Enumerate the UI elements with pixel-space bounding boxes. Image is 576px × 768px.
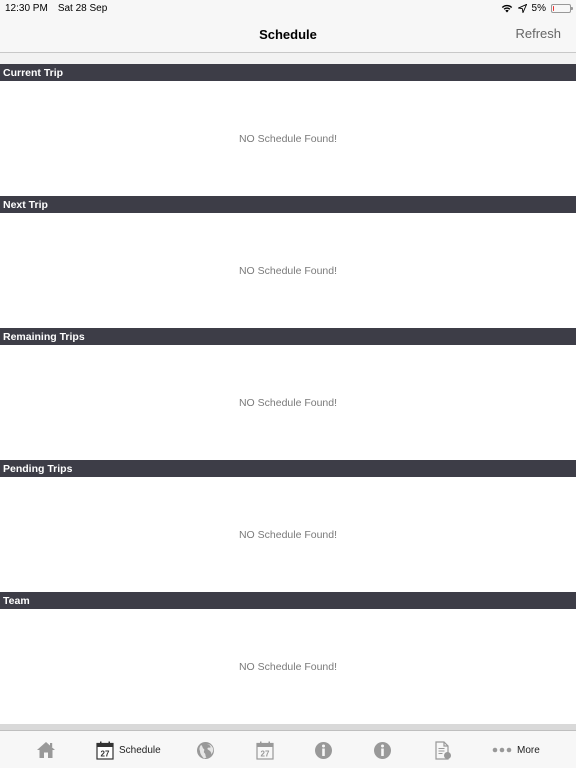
section-header: Team bbox=[0, 592, 576, 609]
section-current-trip: Current Trip NO Schedule Found! bbox=[0, 64, 576, 196]
page-title: Schedule bbox=[259, 26, 317, 42]
tab-home[interactable] bbox=[36, 740, 56, 760]
schedule-list[interactable]: Current Trip NO Schedule Found! Next Tri… bbox=[0, 64, 576, 724]
empty-message: NO Schedule Found! bbox=[0, 213, 576, 328]
tab-bar: 27 Schedule 27 More bbox=[0, 730, 576, 768]
tab-info[interactable] bbox=[314, 740, 333, 760]
empty-message: NO Schedule Found! bbox=[0, 477, 576, 592]
location-arrow-icon bbox=[517, 3, 527, 13]
tab-label: More bbox=[517, 744, 540, 756]
empty-message: NO Schedule Found! bbox=[0, 609, 576, 724]
section-header: Next Trip bbox=[0, 196, 576, 213]
wifi-icon bbox=[501, 4, 512, 12]
tab-calendar[interactable]: 27 bbox=[256, 740, 274, 760]
home-icon bbox=[37, 742, 55, 758]
info-icon bbox=[315, 741, 332, 759]
battery-icon bbox=[551, 3, 573, 13]
section-remaining-trips: Remaining Trips NO Schedule Found! bbox=[0, 328, 576, 460]
battery-percent: 5% bbox=[531, 2, 546, 14]
document-icon bbox=[435, 740, 451, 760]
more-dots-icon bbox=[492, 747, 512, 753]
section-header: Remaining Trips bbox=[0, 328, 576, 345]
section-next-trip: Next Trip NO Schedule Found! bbox=[0, 196, 576, 328]
section-pending-trips: Pending Trips NO Schedule Found! bbox=[0, 460, 576, 592]
battery-fill bbox=[553, 5, 554, 11]
empty-message: NO Schedule Found! bbox=[0, 81, 576, 196]
status-bar: 12:30 PM Sat 28 Sep 5% bbox=[0, 0, 576, 16]
tab-info-2[interactable] bbox=[373, 740, 392, 760]
tab-more[interactable]: More bbox=[492, 740, 540, 760]
section-header: Pending Trips bbox=[0, 460, 576, 477]
navigation-bar: Schedule Refresh bbox=[0, 16, 576, 53]
calendar-icon: 27 bbox=[256, 741, 274, 760]
info-icon bbox=[374, 741, 391, 759]
refresh-button[interactable]: Refresh bbox=[515, 26, 561, 41]
tab-document[interactable] bbox=[434, 740, 452, 760]
status-time: 12:30 PM bbox=[5, 2, 48, 14]
section-header: Current Trip bbox=[0, 64, 576, 81]
calendar-day: 27 bbox=[261, 749, 270, 758]
tab-label: Schedule bbox=[119, 744, 161, 756]
calendar-icon: 27 bbox=[96, 741, 114, 760]
calendar-day: 27 bbox=[101, 749, 110, 758]
status-date: Sat 28 Sep bbox=[57, 2, 108, 14]
tab-globe[interactable] bbox=[196, 740, 215, 760]
tab-schedule[interactable]: 27 Schedule bbox=[96, 740, 161, 760]
globe-icon bbox=[197, 741, 214, 759]
section-team: Team NO Schedule Found! bbox=[0, 592, 576, 724]
empty-message: NO Schedule Found! bbox=[0, 345, 576, 460]
